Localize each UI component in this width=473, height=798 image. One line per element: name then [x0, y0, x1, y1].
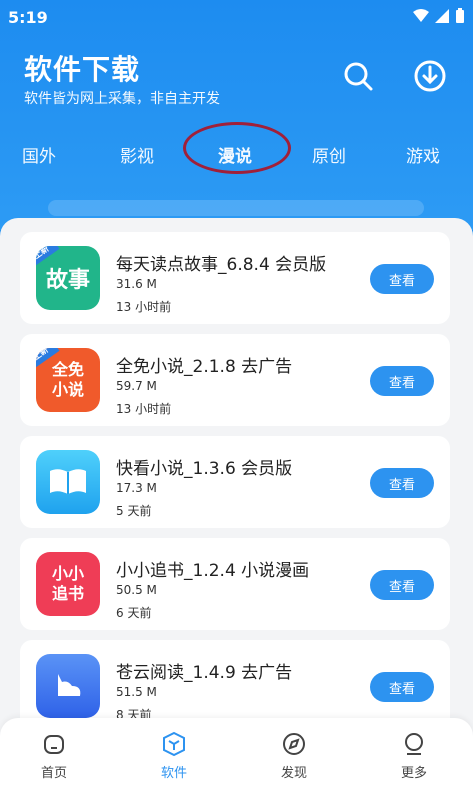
page-title: 软件下载 [24, 53, 141, 86]
search-icon [344, 62, 373, 91]
home-icon [44, 735, 64, 754]
view-button[interactable]: 查看 [370, 570, 434, 600]
tab-yuanchuang[interactable]: 原创 [312, 142, 346, 167]
download-button[interactable] [412, 58, 448, 94]
nav-label: 更多 [400, 766, 427, 781]
book-icon [50, 469, 86, 494]
app-size: 59.7 M [116, 379, 157, 393]
header: 5:19 软件下载 软件皆为网上采集，非自主开发 国外 影视 漫说 原创 游戏 [0, 0, 473, 230]
app-size: 17.3 M [116, 481, 157, 495]
tab-indicator-bar [48, 200, 424, 216]
discover-icon [283, 733, 305, 755]
app-name: 全免小说_2.1.8 去广告 [116, 357, 293, 377]
app-icon-text: 故事 [45, 268, 90, 293]
app-time: 13 小时前 [116, 300, 172, 314]
nav-label: 软件 [160, 766, 187, 781]
list-item[interactable]: 小小 追书 小小追书_1.2.4 小说漫画 50.5 M 6 天前 查看 [20, 538, 450, 630]
wifi-icon [413, 9, 429, 22]
battery-icon [456, 8, 464, 23]
status-time: 5:19 [8, 8, 48, 27]
app-time: 13 小时前 [116, 402, 172, 416]
nav-software[interactable]: 软件 [134, 730, 214, 781]
app-icon-text: 小小 追书 [51, 564, 84, 603]
tab-youxi[interactable]: 游戏 [406, 142, 440, 167]
view-button[interactable]: 查看 [370, 366, 434, 396]
download-icon [414, 60, 446, 92]
signal-icon [435, 9, 449, 23]
nav-label: 发现 [280, 766, 307, 781]
status-icons [413, 8, 465, 24]
app-time: 6 天前 [116, 606, 152, 620]
app-icon [36, 654, 100, 718]
app-size: 50.5 M [116, 583, 157, 597]
app-name: 每天读点故事_6.8.4 会员版 [116, 255, 327, 275]
view-button[interactable]: 查看 [370, 468, 434, 498]
page-subtitle: 软件皆为网上采集，非自主开发 [24, 91, 220, 107]
app-name: 小小追书_1.2.4 小说漫画 [116, 561, 310, 581]
app-list: 上新 故事 每天读点故事_6.8.4 会员版 31.6 M 13 小时前 查看 … [0, 218, 473, 738]
app-size: 31.6 M [116, 277, 157, 291]
app-icon: 上新 故事 [36, 246, 100, 310]
app-name: 苍云阅读_1.4.9 去广告 [116, 663, 293, 683]
more-icon [405, 733, 423, 755]
app-icon-text: 全免 小说 [51, 360, 84, 399]
list-item[interactable]: 上新 故事 每天读点故事_6.8.4 会员版 31.6 M 13 小时前 查看 [20, 232, 450, 324]
list-item[interactable]: 上新 全免 小说 全免小说_2.1.8 去广告 59.7 M 13 小时前 查看 [20, 334, 450, 426]
cloud-book-icon [58, 674, 81, 696]
view-button[interactable]: 查看 [370, 672, 434, 702]
nav-home[interactable]: 首页 [14, 730, 94, 781]
tab-guowai[interactable]: 国外 [22, 142, 56, 167]
list-item[interactable]: 快看小说_1.3.6 会员版 17.3 M 5 天前 查看 [20, 436, 450, 528]
app-icon [36, 450, 100, 514]
nav-more[interactable]: 更多 [374, 730, 454, 781]
bottom-nav: 首页 软件 发现 更多 [0, 718, 473, 798]
app-size: 51.5 M [116, 685, 157, 699]
nav-discover[interactable]: 发现 [254, 730, 334, 781]
app-name: 快看小说_1.3.6 会员版 [116, 459, 293, 479]
view-button[interactable]: 查看 [370, 264, 434, 294]
search-button[interactable] [340, 58, 376, 94]
software-icon [163, 731, 185, 757]
nav-label: 首页 [40, 766, 67, 781]
app-icon: 上新 全免 小说 [36, 348, 100, 412]
active-tab-highlight [183, 122, 291, 174]
status-bar: 5:19 [8, 8, 465, 30]
app-icon: 小小 追书 [36, 552, 100, 616]
app-time: 5 天前 [116, 504, 152, 518]
tab-yingshi[interactable]: 影视 [120, 142, 154, 167]
